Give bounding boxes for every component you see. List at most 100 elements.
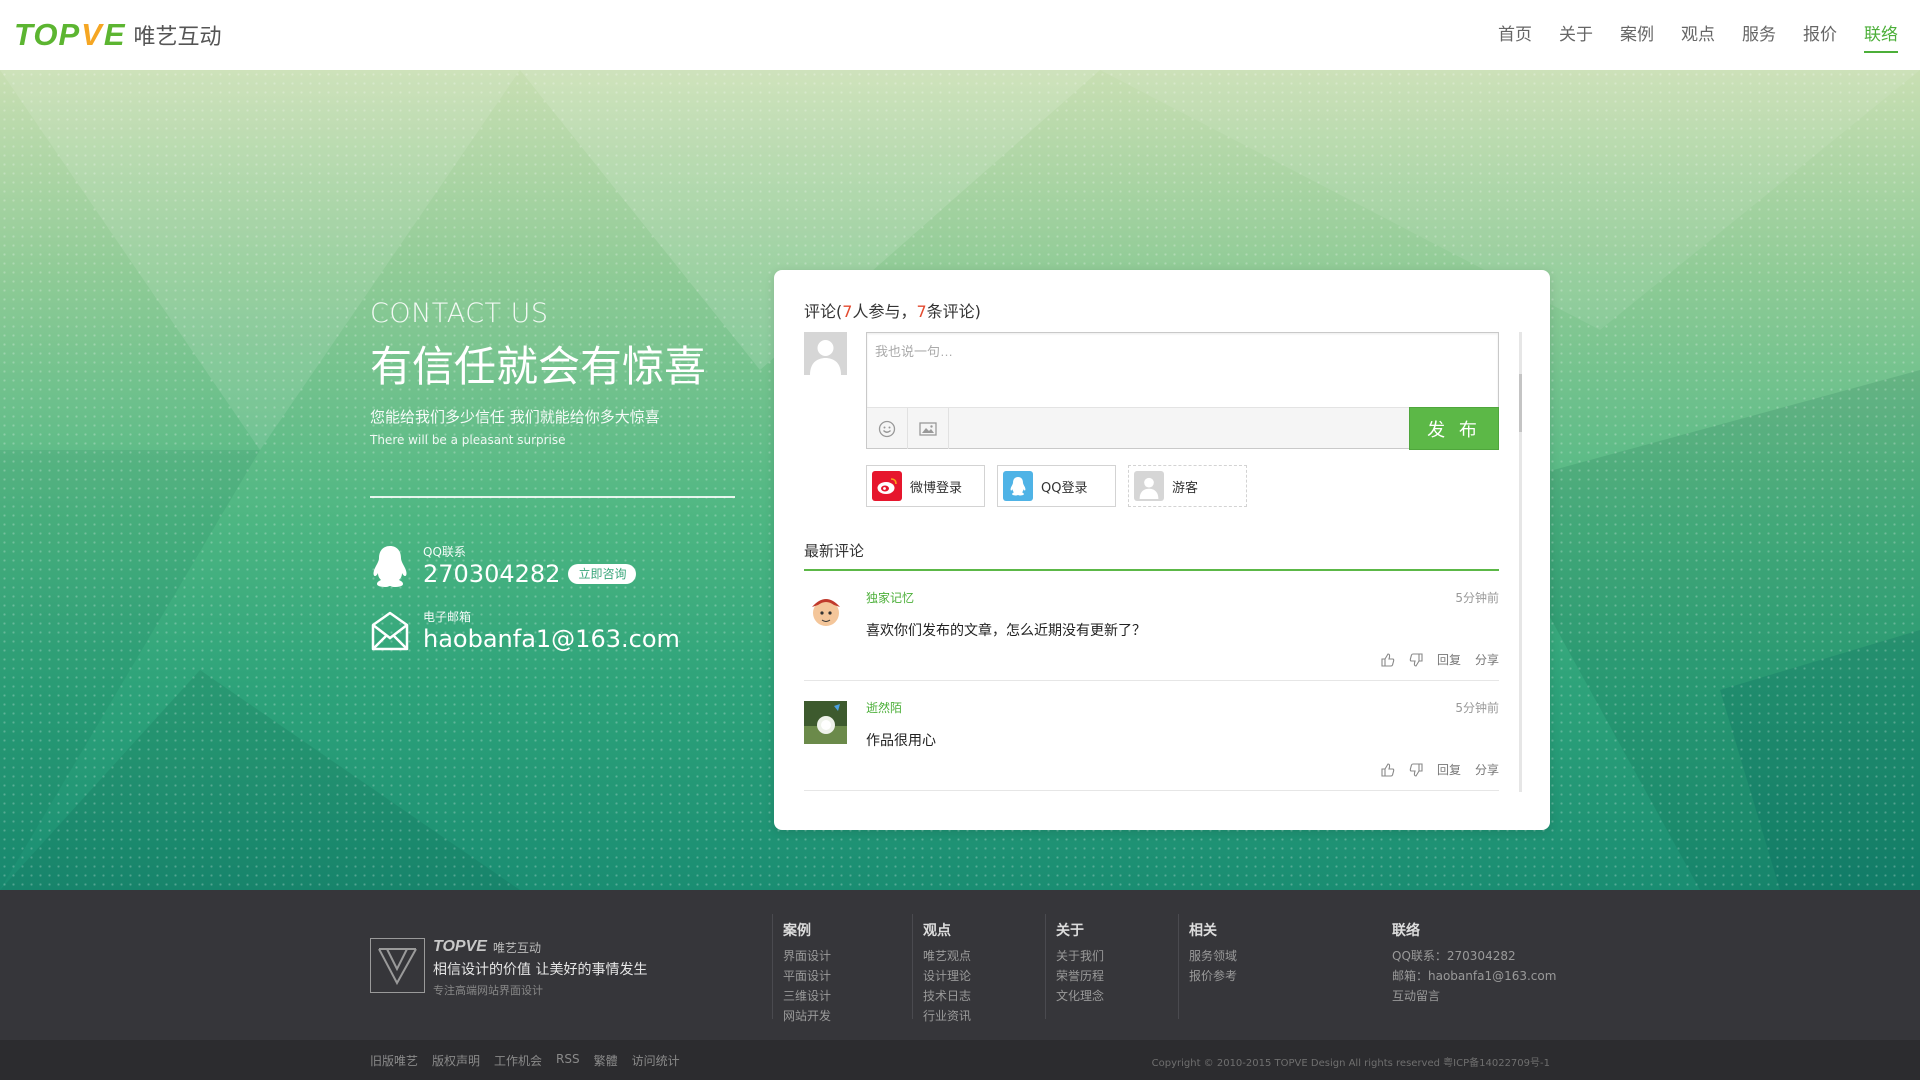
comment-actions: 回复 分享 bbox=[1367, 761, 1499, 778]
reply-button[interactable]: 回复 bbox=[1437, 651, 1461, 668]
qq-label: QQ联系 bbox=[423, 545, 466, 559]
logo-wordmark: TOP V E bbox=[14, 17, 126, 52]
envelope-icon bbox=[371, 611, 409, 650]
footer-col-title: 关于 bbox=[1056, 923, 1084, 939]
footer-link[interactable]: 报价参考 bbox=[1189, 966, 1237, 986]
commenter-name[interactable]: 逝然陌 bbox=[866, 699, 902, 716]
footer-bottom-link[interactable]: 工作机会 bbox=[494, 1052, 542, 1069]
like-button[interactable] bbox=[1381, 762, 1395, 777]
footer-link[interactable]: 网站开发 bbox=[783, 1006, 831, 1026]
logo-chinese-name: 唯艺互动 bbox=[133, 25, 222, 50]
comment-scrollbar[interactable] bbox=[1519, 332, 1522, 792]
footer-bottom-link[interactable]: RSS bbox=[556, 1052, 580, 1069]
footer-logo-mark[interactable] bbox=[370, 938, 425, 993]
main-nav: 首页 关于 案例 观点 服务 报价 联络 bbox=[1471, 0, 1898, 70]
footer-col-title: 观点 bbox=[923, 923, 951, 939]
guest-login-label: 游客 bbox=[1172, 480, 1199, 496]
reply-button[interactable]: 回复 bbox=[1437, 761, 1461, 778]
nav-item-pricing[interactable]: 报价 bbox=[1803, 0, 1837, 70]
scrollbar-thumb[interactable] bbox=[1519, 374, 1522, 432]
login-options: 微博登录 QQ登录 游客 bbox=[866, 465, 1259, 507]
footer-col-contact: 联络 QQ联系：270304282 邮箱：haobanfa1@163.com 互… bbox=[1392, 914, 1556, 1019]
dislike-button[interactable] bbox=[1409, 762, 1423, 777]
footer-bottom-bar: 旧版唯艺 版权声明 工作机会 RSS 繁體 访问统计 Copyright © 2… bbox=[0, 1040, 1920, 1080]
qq-contact: QQ联系 270304282 立即咨询 bbox=[370, 543, 637, 588]
comment-time: 5分钟前 bbox=[1455, 701, 1499, 715]
hero-banner: CONTACT US 有信任就会有惊喜 您能给我们多少信任 我们就能给你多大惊喜… bbox=[0, 70, 1920, 890]
site-logo[interactable]: TOP V E 唯艺互动 bbox=[14, 12, 222, 58]
site-footer: TOPVE 唯艺互动 相信设计的价值 让美好的事情发生 专注高端网站界面设计 案例… bbox=[0, 890, 1920, 1040]
footer-link[interactable]: 服务领域 bbox=[1189, 946, 1237, 966]
smiley-icon bbox=[878, 420, 896, 437]
dislike-button[interactable] bbox=[1409, 652, 1423, 667]
comment-summary: 评论(7人参与，7条评论) bbox=[804, 302, 981, 321]
guest-avatar-icon bbox=[1134, 471, 1164, 501]
footer-link[interactable]: 界面设计 bbox=[783, 946, 831, 966]
footer-link[interactable]: 互动留言 bbox=[1392, 986, 1556, 1006]
email-label: 电子邮箱 bbox=[423, 610, 472, 624]
footer-link[interactable]: 平面设计 bbox=[783, 966, 831, 986]
comment-input[interactable] bbox=[867, 333, 1498, 407]
footer-link[interactable]: 设计理论 bbox=[923, 966, 971, 986]
guest-login-button[interactable]: 游客 bbox=[1128, 465, 1247, 507]
footer-slogan: 相信设计的价值 让美好的事情发生 bbox=[433, 962, 648, 978]
nav-item-views[interactable]: 观点 bbox=[1681, 0, 1715, 70]
nav-item-services[interactable]: 服务 bbox=[1742, 0, 1776, 70]
qq-number: 270304282 bbox=[423, 560, 561, 588]
footer-bottom-link[interactable]: 繁體 bbox=[594, 1052, 618, 1069]
footer-tagline: 专注高端网站界面设计 bbox=[433, 984, 543, 997]
footer-link[interactable]: 三维设计 bbox=[783, 986, 831, 1006]
consult-now-button[interactable]: 立即咨询 bbox=[568, 564, 637, 584]
publish-button[interactable]: 发 布 bbox=[1409, 407, 1499, 450]
nav-item-about[interactable]: 关于 bbox=[1559, 0, 1593, 70]
qq-icon bbox=[1003, 471, 1033, 501]
emoji-button[interactable] bbox=[867, 408, 908, 449]
image-icon bbox=[919, 421, 937, 436]
footer-brand: TOPVE 唯艺互动 相信设计的价值 让美好的事情发生 专注高端网站界面设计 bbox=[370, 938, 647, 998]
copyright-text: Copyright © 2010-2015 TOPVE Design All r… bbox=[1151, 1058, 1550, 1069]
footer-link[interactable]: 关于我们 bbox=[1056, 946, 1104, 966]
image-upload-button[interactable] bbox=[908, 408, 949, 449]
footer-link[interactable]: 唯艺观点 bbox=[923, 946, 971, 966]
comment-panel: 评论(7人参与，7条评论) 发 布 微博登录 bbox=[774, 270, 1550, 830]
contact-divider bbox=[370, 496, 735, 498]
footer-bottom-link[interactable]: 访问统计 bbox=[632, 1052, 680, 1069]
footer-link[interactable]: QQ联系：270304282 bbox=[1392, 946, 1556, 966]
contact-subtitle: 您能给我们多少信任 我们就能给你多大惊喜 bbox=[370, 408, 660, 426]
footer-col-views: 观点 唯艺观点 设计理论 技术日志 行业资讯 bbox=[912, 914, 971, 1023]
participant-count: 7 bbox=[842, 302, 853, 321]
footer-link[interactable]: 邮箱：haobanfa1@163.com bbox=[1392, 966, 1556, 986]
footer-col-title: 相关 bbox=[1189, 923, 1217, 939]
email-address[interactable]: haobanfa1@163.com bbox=[423, 625, 680, 653]
footer-link[interactable]: 技术日志 bbox=[923, 986, 971, 1006]
weibo-login-button[interactable]: 微博登录 bbox=[866, 465, 985, 507]
nav-item-contact[interactable]: 联络 bbox=[1864, 0, 1898, 70]
comment-item: 逝然陌 5分钟前 作品很用心 回复 分享 bbox=[804, 681, 1499, 791]
comment-count: 7 bbox=[916, 302, 927, 321]
nav-item-cases[interactable]: 案例 bbox=[1620, 0, 1654, 70]
footer-link[interactable]: 行业资讯 bbox=[923, 1006, 971, 1026]
footer-link[interactable]: 文化理念 bbox=[1056, 986, 1104, 1006]
like-button[interactable] bbox=[1381, 652, 1395, 667]
comment-item: 独家记忆 5分钟前 喜欢你们发布的文章，怎么近期没有更新了？ 回复 分享 bbox=[804, 571, 1499, 681]
qq-login-button[interactable]: QQ登录 bbox=[997, 465, 1116, 507]
comment-text: 喜欢你们发布的文章，怎么近期没有更新了？ bbox=[866, 623, 1146, 639]
weibo-icon bbox=[872, 471, 902, 501]
footer-bottom-link[interactable]: 版权声明 bbox=[432, 1052, 480, 1069]
current-user-avatar bbox=[804, 332, 847, 375]
footer-bottom-link[interactable]: 旧版唯艺 bbox=[370, 1052, 418, 1069]
footer-col-title: 案例 bbox=[783, 923, 811, 939]
contact-info: CONTACT US 有信任就会有惊喜 您能给我们多少信任 我们就能给你多大惊喜… bbox=[370, 298, 735, 653]
share-button[interactable]: 分享 bbox=[1475, 761, 1499, 778]
footer-bottom-links: 旧版唯艺 版权声明 工作机会 RSS 繁體 访问统计 bbox=[370, 1052, 694, 1069]
email-contact: 电子邮箱 haobanfa1@163.com bbox=[370, 608, 680, 653]
footer-link[interactable]: 荣誉历程 bbox=[1056, 966, 1104, 986]
nav-item-home[interactable]: 首页 bbox=[1498, 0, 1532, 70]
comment-actions: 回复 分享 bbox=[1367, 651, 1499, 668]
commenter-avatar[interactable] bbox=[804, 591, 847, 634]
commenter-avatar[interactable] bbox=[804, 701, 847, 744]
share-button[interactable]: 分享 bbox=[1475, 651, 1499, 668]
commenter-name[interactable]: 独家记忆 bbox=[866, 589, 914, 606]
comment-editor: 发 布 bbox=[866, 332, 1499, 450]
thumbs-up-icon bbox=[1381, 762, 1395, 777]
